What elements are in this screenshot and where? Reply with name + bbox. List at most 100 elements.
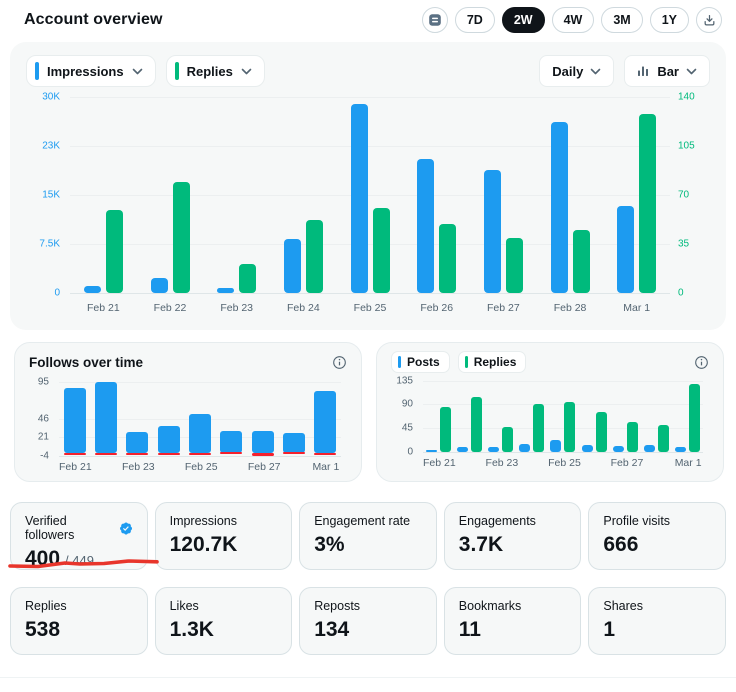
unfollows-bar[interactable] <box>251 453 274 456</box>
bar-group-feb-22[interactable] <box>454 378 485 452</box>
replies-bar[interactable] <box>439 224 457 293</box>
y-axis-tick: 15K <box>42 189 60 201</box>
granularity-dropdown[interactable]: Daily <box>539 55 615 87</box>
bar-group-mar-1[interactable] <box>310 378 341 456</box>
follows-bar[interactable] <box>63 387 86 454</box>
unfollows-bar[interactable] <box>94 452 117 455</box>
impressions-bar[interactable] <box>283 239 301 293</box>
follows-bar[interactable] <box>126 431 149 454</box>
replies-bar[interactable] <box>505 238 523 293</box>
impressions-bar[interactable] <box>617 206 635 293</box>
unfollows-bar[interactable] <box>126 452 149 455</box>
range-pill-1y[interactable]: 1Y <box>649 7 689 33</box>
posts-info-button[interactable] <box>694 355 709 370</box>
bar-group-feb-21[interactable] <box>59 378 90 456</box>
replies-bar[interactable] <box>172 182 190 293</box>
replies-bar[interactable] <box>564 402 576 452</box>
range-pill-4w[interactable]: 4W <box>551 7 595 33</box>
bar-group-feb-22[interactable] <box>90 378 121 456</box>
posts-bar[interactable] <box>457 446 469 452</box>
impressions-bar[interactable] <box>550 122 568 293</box>
impressions-bar[interactable] <box>217 288 235 293</box>
follows-bar[interactable] <box>314 390 337 454</box>
bar-group-feb-22[interactable] <box>137 97 204 293</box>
posts-bar[interactable] <box>674 446 686 452</box>
bar-group-feb-23[interactable] <box>485 378 516 452</box>
metric-chip-impressions[interactable]: Impressions <box>26 55 156 87</box>
bar-group-feb-27[interactable] <box>610 378 641 452</box>
replies-bar[interactable] <box>372 207 390 293</box>
impressions-bar[interactable] <box>417 159 435 293</box>
replies-bar[interactable] <box>595 412 607 452</box>
follows-bar[interactable] <box>188 413 211 454</box>
bar-group-feb-28[interactable] <box>641 378 672 452</box>
follows-bar[interactable] <box>251 430 274 454</box>
range-pill-2w[interactable]: 2W <box>501 7 545 33</box>
replies-bar[interactable] <box>626 422 638 452</box>
bar-group-mar-1[interactable] <box>672 378 703 452</box>
unfollows-bar[interactable] <box>188 452 211 455</box>
replies-bar[interactable] <box>572 230 590 293</box>
replies-bar[interactable] <box>305 220 323 293</box>
chart-type-dropdown[interactable]: Bar <box>624 55 710 87</box>
replies-bar[interactable] <box>533 404 545 452</box>
posts-bar[interactable] <box>519 443 531 452</box>
replies-bar[interactable] <box>639 113 657 293</box>
bar-group-feb-24[interactable] <box>516 378 547 452</box>
unfollows-bar[interactable] <box>157 453 180 456</box>
follows-bar[interactable] <box>282 432 305 454</box>
impressions-bar[interactable] <box>350 104 368 293</box>
replies-bar[interactable] <box>471 396 483 452</box>
bar-group-feb-28[interactable] <box>537 97 604 293</box>
range-pill-7d[interactable]: 7D <box>454 7 495 33</box>
replies-bar[interactable] <box>657 424 669 452</box>
bar-group-feb-23[interactable] <box>203 97 270 293</box>
unfollows-bar[interactable] <box>314 453 337 456</box>
bar-group-mar-1[interactable] <box>603 97 670 293</box>
legend-chip-replies[interactable]: Replies <box>457 351 527 373</box>
posts-bar[interactable] <box>643 444 655 452</box>
bar-group-feb-26[interactable] <box>216 378 247 456</box>
bar-group-feb-25[interactable] <box>337 97 404 293</box>
calendar-button[interactable] <box>421 7 448 33</box>
follows-bar[interactable] <box>220 430 243 454</box>
replies-bar[interactable] <box>440 407 452 452</box>
bar-group-feb-21[interactable] <box>423 378 454 452</box>
follows-bar[interactable] <box>94 381 117 454</box>
bar-group-feb-27[interactable] <box>470 97 537 293</box>
download-button[interactable] <box>696 7 722 33</box>
impressions-bar[interactable] <box>150 277 168 293</box>
series-label: Replies <box>473 355 517 369</box>
posts-bar[interactable] <box>550 440 562 452</box>
posts-bar[interactable] <box>581 444 593 452</box>
bar-group-feb-27[interactable] <box>247 378 278 456</box>
replies-bar[interactable] <box>502 427 514 452</box>
metric-chip-replies[interactable]: Replies <box>165 55 265 87</box>
impressions-bar[interactable] <box>83 286 101 293</box>
posts-bar[interactable] <box>426 449 438 452</box>
bar-group-feb-24[interactable] <box>270 97 337 293</box>
bar-group-feb-26[interactable] <box>403 97 470 293</box>
range-pill-3m[interactable]: 3M <box>601 7 643 33</box>
bar-group-feb-23[interactable] <box>122 378 153 456</box>
bar-group-feb-25[interactable] <box>184 378 215 456</box>
legend-chip-posts[interactable]: Posts <box>391 351 450 373</box>
impressions-bar[interactable] <box>483 170 501 293</box>
bar-group-feb-21[interactable] <box>70 97 137 293</box>
follows-info-button[interactable] <box>332 355 347 370</box>
stat-label: Shares <box>603 599 711 613</box>
bar-group-feb-28[interactable] <box>278 378 309 456</box>
replies-bar[interactable] <box>688 384 700 452</box>
bar-group-feb-25[interactable] <box>547 378 578 452</box>
bar-group-feb-24[interactable] <box>153 378 184 456</box>
follows-bar[interactable] <box>157 426 180 454</box>
posts-bar[interactable] <box>488 447 500 452</box>
unfollows-bar[interactable] <box>220 451 243 454</box>
replies-bar[interactable] <box>105 210 123 293</box>
unfollows-bar[interactable] <box>63 452 86 455</box>
bar-group-feb-26[interactable] <box>579 378 610 452</box>
stat-value: 3.7K <box>459 533 567 557</box>
unfollows-bar[interactable] <box>282 451 305 454</box>
posts-bar[interactable] <box>612 445 624 452</box>
replies-bar[interactable] <box>239 263 257 293</box>
